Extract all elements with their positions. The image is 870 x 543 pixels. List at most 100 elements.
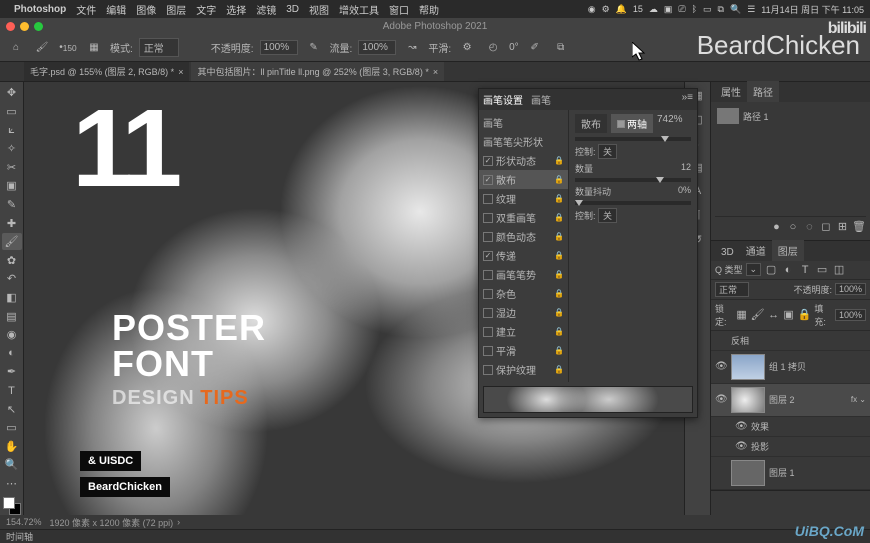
- layer-row[interactable]: 👁 图层 2 fx ⌄: [711, 384, 870, 417]
- lock-icon[interactable]: 🔒: [554, 213, 564, 222]
- control-dropdown[interactable]: 关: [598, 144, 617, 159]
- magic-wand-tool[interactable]: ✧: [2, 140, 22, 158]
- filter-shape-icon[interactable]: ▭: [815, 263, 829, 277]
- blend-mode-dropdown[interactable]: 正常: [139, 38, 179, 57]
- zoom-level[interactable]: 154.72%: [6, 517, 42, 527]
- brush-opt-brushes[interactable]: 画笔: [479, 113, 568, 132]
- checkbox[interactable]: ✓: [483, 156, 493, 166]
- eyedropper-tool[interactable]: ✎: [2, 196, 22, 214]
- angle-icon[interactable]: ◴: [483, 38, 503, 58]
- visibility-toggle[interactable]: 👁: [735, 421, 747, 432]
- display-icon[interactable]: ⎚: [678, 4, 685, 15]
- pen-tool[interactable]: ✒: [2, 363, 22, 381]
- tab-layers[interactable]: 图层: [772, 240, 804, 261]
- checkbox[interactable]: ✓: [483, 251, 493, 261]
- panel-menu-icon[interactable]: »≡: [682, 92, 693, 107]
- opacity-field[interactable]: 100%: [260, 40, 298, 55]
- document-tab[interactable]: 毛字.psd @ 155% (图层 2, RGB/8) * ×: [24, 62, 189, 81]
- checkbox[interactable]: [483, 327, 493, 337]
- filter-type-dropdown[interactable]: ⌄: [746, 263, 762, 276]
- wifi-icon[interactable]: ⧉: [718, 4, 724, 15]
- brush-opt-scatter[interactable]: ✓散布🔒: [479, 170, 568, 189]
- layer-effect-row[interactable]: 👁 效果: [711, 417, 870, 437]
- filter-adj-icon[interactable]: ◐: [781, 263, 795, 277]
- pressure-size-icon[interactable]: ✐: [525, 38, 545, 58]
- gradient-tool[interactable]: ▤: [2, 307, 22, 325]
- frame-tool[interactable]: ▣: [2, 177, 22, 195]
- color-swatch[interactable]: [3, 497, 21, 515]
- brush-preset-picker[interactable]: •150: [58, 38, 78, 58]
- filter-type-icon[interactable]: T: [798, 263, 812, 277]
- fx-badge[interactable]: fx ⌄: [851, 395, 866, 404]
- cloud-icon[interactable]: ☁: [649, 4, 658, 15]
- shape-tool[interactable]: ▭: [2, 419, 22, 437]
- brush-opt-pose[interactable]: 画笔笔势🔒: [479, 265, 568, 284]
- bluetooth-icon[interactable]: ᛒ: [692, 4, 697, 14]
- maximize-window-button[interactable]: [34, 22, 43, 31]
- lasso-tool[interactable]: ⟀: [2, 121, 22, 139]
- layer-row[interactable]: 反相: [711, 331, 870, 351]
- count-slider[interactable]: [575, 178, 691, 182]
- lock-icon[interactable]: 🔒: [554, 194, 564, 203]
- path-tool[interactable]: ↖: [2, 400, 22, 418]
- checkbox[interactable]: [483, 232, 493, 242]
- lock-artboard-icon[interactable]: ▣: [783, 308, 795, 322]
- lock-transparency-icon[interactable]: ▦: [736, 308, 748, 322]
- tab-paths[interactable]: 路径: [747, 81, 779, 102]
- checkbox[interactable]: [483, 365, 493, 375]
- lock-image-icon[interactable]: 🖌: [751, 308, 765, 322]
- tab-brush-settings[interactable]: 画笔设置: [483, 92, 523, 107]
- pressure-opacity-icon[interactable]: ✎: [304, 38, 324, 58]
- menu-select[interactable]: 选择: [226, 2, 246, 17]
- new-path-icon[interactable]: ⊞: [835, 219, 849, 233]
- dodge-tool[interactable]: ◐: [2, 345, 22, 363]
- crop-tool[interactable]: ✂: [2, 158, 22, 176]
- close-icon[interactable]: ×: [433, 67, 438, 77]
- layer-row[interactable]: 图层 1: [711, 457, 870, 490]
- stamp-tool[interactable]: ✿: [2, 251, 22, 269]
- lock-icon[interactable]: 🔒: [554, 289, 564, 298]
- tab-3d[interactable]: 3D: [715, 244, 740, 261]
- lock-icon[interactable]: 🔒: [554, 327, 564, 336]
- brush-opt-color[interactable]: 颜色动态🔒: [479, 227, 568, 246]
- symmetry-icon[interactable]: ⧉: [551, 38, 571, 58]
- home-icon[interactable]: ⌂: [6, 38, 26, 58]
- fill-path-icon[interactable]: ●: [769, 220, 783, 234]
- hand-tool[interactable]: ✋: [2, 438, 22, 456]
- menu-window[interactable]: 窗口: [389, 2, 409, 17]
- history-brush-tool[interactable]: ↶: [2, 270, 22, 288]
- subtab-both-axes[interactable]: 两轴: [611, 114, 653, 133]
- checkbox[interactable]: [483, 194, 493, 204]
- path-row[interactable]: 路径 1: [715, 106, 866, 126]
- brush-opt-tip[interactable]: 画笔笔尖形状: [479, 132, 568, 151]
- control-center-icon[interactable]: ☰: [747, 4, 755, 15]
- flow-field[interactable]: 100%: [358, 40, 396, 55]
- checkbox[interactable]: [483, 270, 493, 280]
- menu-type[interactable]: 文字: [196, 2, 216, 17]
- menu-view[interactable]: 视图: [309, 2, 329, 17]
- brush-opt-smooth[interactable]: 平滑🔒: [479, 341, 568, 360]
- visibility-toggle[interactable]: 👁: [715, 394, 727, 405]
- subtab-scatter[interactable]: 散布: [575, 114, 607, 133]
- brush-opt-protect[interactable]: 保护纹理🔒: [479, 360, 568, 379]
- stroke-path-icon[interactable]: ○: [786, 220, 800, 234]
- move-tool[interactable]: ✥: [2, 84, 22, 102]
- menu-file[interactable]: 文件: [76, 2, 96, 17]
- brush-opt-dual[interactable]: 双重画笔🔒: [479, 208, 568, 227]
- scatter-value[interactable]: 742%: [657, 114, 683, 133]
- blur-tool[interactable]: ◉: [2, 326, 22, 344]
- angle-value[interactable]: 0°: [509, 42, 519, 53]
- smoothing-options-icon[interactable]: ⚙: [457, 38, 477, 58]
- checkbox[interactable]: [483, 289, 493, 299]
- eraser-tool[interactable]: ◧: [2, 289, 22, 307]
- tab-brushes[interactable]: 画笔: [531, 92, 551, 107]
- foreground-color[interactable]: [3, 497, 15, 509]
- type-tool[interactable]: T: [2, 382, 22, 400]
- menu-filter[interactable]: 滤镜: [256, 2, 276, 17]
- lock-icon[interactable]: 🔒: [554, 308, 564, 317]
- healing-tool[interactable]: ✚: [2, 214, 22, 232]
- delete-path-icon[interactable]: 🗑: [852, 219, 866, 233]
- menu-edit[interactable]: 编辑: [106, 2, 126, 17]
- close-window-button[interactable]: [6, 22, 15, 31]
- app-name[interactable]: Photoshop: [14, 4, 66, 15]
